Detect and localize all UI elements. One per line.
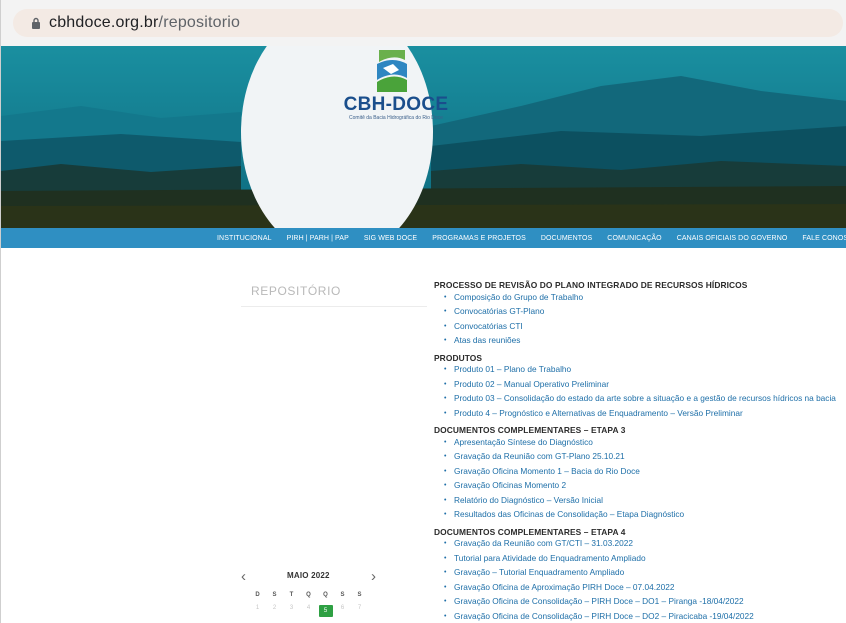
calendar-days: 1234567 <box>249 605 368 617</box>
document-link[interactable]: Atas das reuniões <box>434 335 844 346</box>
url-text: cbhdoce.org.br/repositorio <box>49 13 240 33</box>
hero-banner: CBH-DOCE Comitê da Bacia Hidrográfica do… <box>1 46 846 228</box>
document-link[interactable]: Gravação Oficina de Consolidação – PIRH … <box>434 596 844 607</box>
document-link[interactable]: Apresentação Síntese do Diagnóstico <box>434 437 844 448</box>
document-link[interactable]: Gravação Oficina de Aproximação PIRH Doc… <box>434 582 844 593</box>
document-link[interactable]: Produto 03 – Consolidação do estado da a… <box>434 393 844 404</box>
sidebar-title: REPOSITÓRIO <box>251 284 341 298</box>
calendar-day[interactable]: 2 <box>266 605 283 617</box>
calendar-day[interactable]: 3 <box>283 605 300 617</box>
url-path: /repositorio <box>158 14 241 31</box>
document-link[interactable]: Convocatórias CTI <box>434 321 844 332</box>
nav-item-canais-oficiais-do-governo[interactable]: CANAIS OFICIAIS DO GOVERNO <box>677 235 788 242</box>
document-link[interactable]: Gravação Oficina Momento 1 – Bacia do Ri… <box>434 466 844 477</box>
main-nav: INSTITUCIONAL PIRH | PARH | PAP SIG WEB DO… <box>1 228 846 248</box>
calendar-weekday: S <box>340 592 345 598</box>
sidebar-divider <box>241 306 427 307</box>
calendar-weekday: S <box>272 592 277 598</box>
calendar-weekday: D <box>255 592 260 598</box>
browser-window: cbhdoce.org.br/repositorio CBH-DOCE Comi… <box>0 0 846 623</box>
document-link[interactable]: Convocatórias GT-Plano <box>434 306 844 317</box>
calendar-title: MAIO 2022 <box>287 571 330 580</box>
nav-item-documentos[interactable]: DOCUMENTOS <box>541 235 592 242</box>
logo-name: CBH-DOCE <box>343 94 449 115</box>
section-heading: PROCESSO DE REVISÃO DO PLANO INTEGRADO D… <box>434 280 748 290</box>
repository-content: PROCESSO DE REVISÃO DO PLANO INTEGRADO D… <box>434 278 844 623</box>
document-link[interactable]: Resultados das Oficinas de Consolidação … <box>434 509 844 520</box>
calendar-next-button[interactable]: › <box>371 568 376 585</box>
nav-item-programas-e-projetos[interactable]: PROGRAMAS E PROJETOS <box>432 235 526 242</box>
document-link[interactable]: Produto 01 – Plano de Trabalho <box>434 364 844 375</box>
calendar-weekdays: DSTQQSS <box>249 592 368 598</box>
document-link[interactable]: Gravação da Reunião com GT/CTI – 31.03.2… <box>434 538 844 549</box>
url-field[interactable]: cbhdoce.org.br/repositorio <box>13 9 843 37</box>
section-heading: DOCUMENTOS COMPLEMENTARES – ETAPA 3 <box>434 425 626 435</box>
calendar-day[interactable]: 6 <box>334 605 351 617</box>
document-link[interactable]: Produto 02 – Manual Operativo Preliminar <box>434 379 844 390</box>
nav-item-pirh-parh-pap[interactable]: PIRH | PARH | PAP <box>287 235 349 242</box>
nav-item-sig-web-doce[interactable]: SIG WEB DOCE <box>364 235 417 242</box>
calendar-day-selected[interactable]: 5 <box>318 605 333 617</box>
calendar-weekday: Q <box>306 592 311 598</box>
calendar-day[interactable]: 7 <box>351 605 368 617</box>
section-heading: DOCUMENTOS COMPLEMENTARES – ETAPA 4 <box>434 526 626 537</box>
nav-item-comunicacao[interactable]: COMUNICAÇÃO <box>607 235 661 242</box>
document-link[interactable]: Gravação Oficinas Momento 2 <box>434 480 844 491</box>
nav-items: INSTITUCIONAL PIRH | PARH | PAP SIG WEB DO… <box>217 228 846 248</box>
calendar-weekday: S <box>357 592 362 598</box>
section-heading: PRODUTOS <box>434 352 483 363</box>
document-link[interactable]: Tutorial para Atividade do Enquadramento… <box>434 553 844 564</box>
lock-icon <box>32 17 40 29</box>
document-link[interactable]: Gravação da Reunião com GT-Plano 25.10.2… <box>434 451 844 462</box>
calendar-day[interactable]: 1 <box>249 605 266 617</box>
document-link[interactable]: Gravação Oficina de Consolidação – PIRH … <box>434 611 844 622</box>
document-link[interactable]: Gravação – Tutorial Enquadramento Amplia… <box>434 567 844 578</box>
nav-item-fale-conosco[interactable]: FALE CONOSCO <box>802 235 846 242</box>
document-link[interactable]: Relatório do Diagnóstico – Versão Inicia… <box>434 495 844 506</box>
logo-subtitle: Comitê da Bacia Hidrográfica do Rio Doce <box>349 115 443 121</box>
document-link[interactable]: Produto 4 – Prognóstico e Alternativas d… <box>434 408 844 419</box>
calendar-weekday: Q <box>323 592 328 598</box>
calendar-day[interactable]: 4 <box>300 605 317 617</box>
url-domain: cbhdoce.org.br <box>49 14 159 31</box>
address-bar: cbhdoce.org.br/repositorio <box>1 0 846 47</box>
nav-item-institucional[interactable]: INSTITUCIONAL <box>217 235 272 242</box>
calendar-prev-button[interactable]: ‹ <box>241 568 246 585</box>
document-link[interactable]: Composição do Grupo de Trabalho <box>434 292 844 303</box>
calendar-weekday: T <box>289 592 294 598</box>
